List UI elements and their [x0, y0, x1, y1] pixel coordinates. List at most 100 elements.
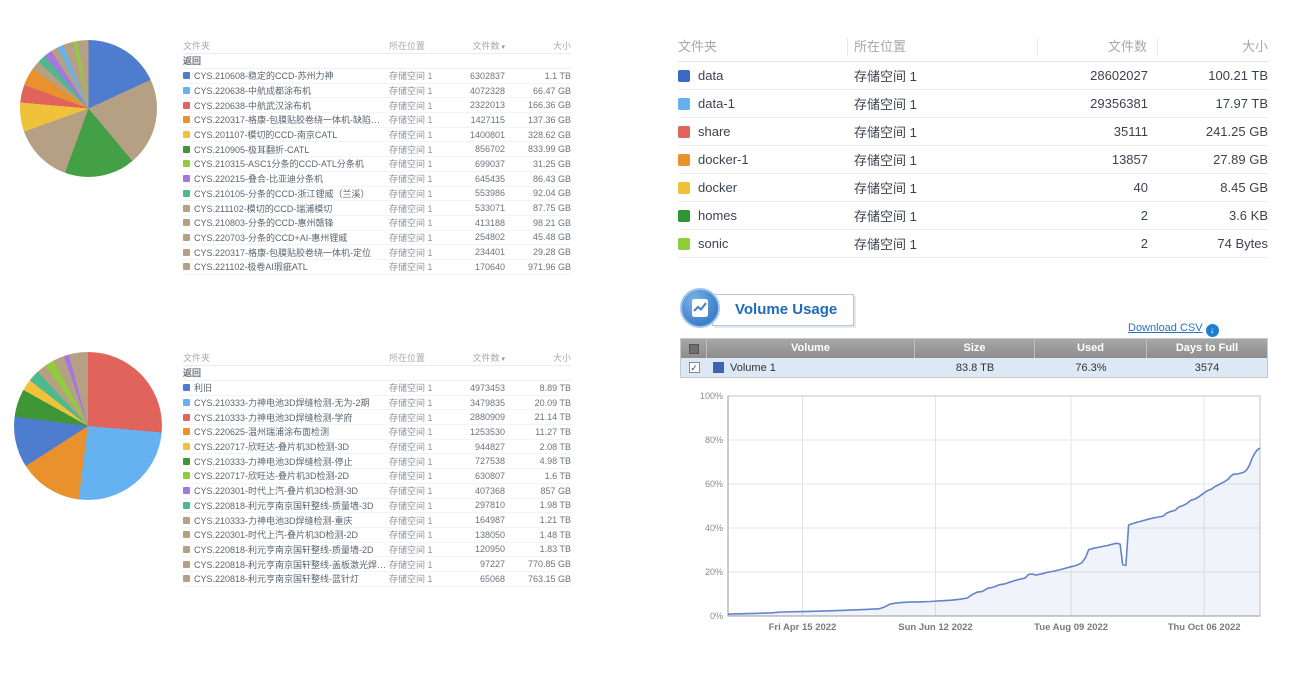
table-row[interactable]: CYS.220317-格康-包膜贴胶卷绕一体机-缺陷检测存储空间 1142711…: [183, 113, 571, 128]
folder-name[interactable]: data-1: [698, 96, 848, 111]
svg-text:Sun Jun 12 2022: Sun Jun 12 2022: [898, 622, 972, 633]
table-row[interactable]: CYS.220301-时代上汽-叠片机3D检测-2D存储空间 11380501.…: [183, 528, 571, 543]
header-file-count[interactable]: 文件数▾: [447, 39, 505, 52]
table-row[interactable]: CYS.220215-叠合-比亚迪分条机存储空间 164543586.43 GB: [183, 172, 571, 187]
table-row[interactable]: CYS.210105-分条的CCD-浙江锂威（兰溪）存储空间 155398692…: [183, 187, 571, 202]
folder-name[interactable]: share: [698, 124, 848, 139]
folder-name[interactable]: CYS.220301-时代上汽-叠片机3D检测-3D: [194, 484, 389, 497]
folder-name[interactable]: sonic: [698, 236, 848, 251]
table-row[interactable]: CYS.210608-稳定的CCD-苏州力神存储空间 163028371.1 T…: [183, 69, 571, 84]
folder-file-count: 65068: [447, 574, 505, 584]
folder-name[interactable]: CYS.210333-力神电池3D焊缝检测-停止: [194, 455, 389, 468]
folder-name[interactable]: CYS.220717-欣旺达-叠片机3D检测-3D: [194, 440, 389, 453]
table-row[interactable]: data-1存储空间 12935638117.97 TB: [678, 90, 1268, 118]
folder-name[interactable]: CYS.210905-极耳翻折-CATL: [194, 143, 389, 156]
table-row[interactable]: CYS.220301-时代上汽-叠片机3D检测-3D存储空间 140736885…: [183, 484, 571, 499]
folder-name[interactable]: CYS.210803-分条的CCD-惠州赣锋: [194, 216, 389, 229]
header-folder[interactable]: 文件夹: [678, 38, 848, 56]
folder-name[interactable]: CYS.220703-分条的CCD+AI-惠州锂威: [194, 231, 389, 244]
volume-checkbox[interactable]: ✓: [689, 362, 700, 373]
folder-name[interactable]: CYS.220818-利元亨南京国轩整线-蓝针灯: [194, 572, 389, 585]
folder-name[interactable]: CYS.220317-格康-包膜贴胶卷绕一体机-定位: [194, 246, 389, 259]
table-row[interactable]: data存储空间 128602027100.21 TB: [678, 62, 1268, 90]
header-folder[interactable]: 文件夹: [183, 39, 389, 52]
folder-name[interactable]: CYS.210333-力神电池3D焊缝检测-无为-2期: [194, 396, 389, 409]
folder-name[interactable]: docker: [698, 180, 848, 195]
header-location[interactable]: 所在位置: [389, 351, 447, 364]
folder-table-top-left: 文件夹 所在位置 文件数▾ 大小 返回 CYS.210608-稳定的CCD-苏州…: [183, 38, 571, 275]
folder-name[interactable]: CYS.220818-利元亨南京国轩整线-质量墙-2D: [194, 543, 389, 556]
table-row[interactable]: docker存储空间 1408.45 GB: [678, 174, 1268, 202]
folder-name[interactable]: CYS.220317-格康-包膜贴胶卷绕一体机-缺陷检测: [194, 113, 389, 126]
folder-name[interactable]: data: [698, 68, 848, 83]
header-volume[interactable]: Volume: [707, 339, 915, 358]
folder-name[interactable]: CYS.220638-中航武汉涂布机: [194, 99, 389, 112]
folder-size-pie-chart-bottom[interactable]: [14, 352, 162, 500]
folder-name[interactable]: CYS.220818-利元亨南京国轩整线-质量墙-3D: [194, 499, 389, 512]
back-row[interactable]: 返回: [183, 366, 571, 381]
table-row[interactable]: CYS.220818-利元亨南京国轩整线-质量墙-2D存储空间 11209501…: [183, 543, 571, 558]
header-location[interactable]: 所在位置: [389, 39, 447, 52]
folder-name[interactable]: CYS.220818-利元亨南京国轩整线-盖板激光焊接...: [194, 558, 389, 571]
folder-name[interactable]: docker-1: [698, 152, 848, 167]
back-row[interactable]: 返回: [183, 54, 571, 69]
table-row[interactable]: docker-1存储空间 11385727.89 GB: [678, 146, 1268, 174]
table-row[interactable]: CYS.210315-ASC1分条的CCD-ATL分条机存储空间 1699037…: [183, 157, 571, 172]
folder-size: 241.25 GB: [1158, 124, 1268, 139]
table-row[interactable]: CYS.210333-力神电池3D焊缝检测-学府存储空间 1288090921.…: [183, 410, 571, 425]
table-row[interactable]: 利旧存储空间 149734538.89 TB: [183, 381, 571, 396]
folder-name[interactable]: CYS.210315-ASC1分条的CCD-ATL分条机: [194, 157, 389, 170]
table-row[interactable]: CYS.220703-分条的CCD+AI-惠州锂威存储空间 125480245.…: [183, 231, 571, 246]
header-size[interactable]: 大小: [505, 351, 571, 364]
header-size[interactable]: Size: [915, 339, 1035, 358]
table-row[interactable]: CYS.210333-力神电池3D焊缝检测-无为-2期存储空间 13479835…: [183, 396, 571, 411]
folder-name[interactable]: CYS.220301-时代上汽-叠片机3D检测-2D: [194, 528, 389, 541]
header-file-count[interactable]: 文件数: [1038, 38, 1158, 56]
table-row[interactable]: CYS.220818-利元亨南京国轩整线-盖板激光焊接...存储空间 19722…: [183, 557, 571, 572]
table-row[interactable]: CYS.220638-中航成都涂布机存储空间 1407232866.47 GB: [183, 84, 571, 99]
download-csv-link[interactable]: Download CSV↓: [1128, 322, 1219, 337]
table-row[interactable]: CYS.220625-温州瑞浦涂布面检测存储空间 1125353011.27 T…: [183, 425, 571, 440]
folder-name[interactable]: CYS.210333-力神电池3D焊缝检测-学府: [194, 411, 389, 424]
table-row[interactable]: CYS.220818-利元亨南京国轩整线-蓝针灯存储空间 165068763.1…: [183, 572, 571, 587]
folder-name[interactable]: CYS.211102-模切的CCD-瑞浦模切: [194, 202, 389, 215]
header-size[interactable]: 大小: [1158, 38, 1268, 56]
folder-name[interactable]: CYS.220215-叠合-比亚迪分条机: [194, 172, 389, 185]
table-row[interactable]: CYS.220638-中航武汉涂布机存储空间 12322013166.36 GB: [183, 98, 571, 113]
folder-name[interactable]: CYS.210333-力神电池3D焊缝检测-重庆: [194, 514, 389, 527]
folder-name[interactable]: homes: [698, 208, 848, 223]
folder-name[interactable]: CYS.220638-中航成都涂布机: [194, 84, 389, 97]
header-days-to-full[interactable]: Days to Full: [1147, 339, 1267, 358]
folder-name[interactable]: 利旧: [194, 381, 389, 394]
folder-name[interactable]: CYS.220625-温州瑞浦涂布面检测: [194, 425, 389, 438]
folder-size-pie-chart-top[interactable]: [20, 40, 157, 177]
folder-name[interactable]: CYS.220717-欣旺达-叠片机3D检测-2D: [194, 469, 389, 482]
header-file-count[interactable]: 文件数▾: [447, 351, 505, 364]
folder-name[interactable]: CYS.221102-极卷AI瑕疵ATL: [194, 260, 389, 273]
table-row[interactable]: CYS.220317-格康-包膜贴胶卷绕一体机-定位存储空间 123440129…: [183, 245, 571, 260]
header-used[interactable]: Used: [1035, 339, 1147, 358]
table-row[interactable]: CYS.211102-模切的CCD-瑞浦模切存储空间 153307187.75 …: [183, 201, 571, 216]
header-location[interactable]: 所在位置: [848, 38, 1038, 56]
table-row[interactable]: CYS.210803-分条的CCD-惠州赣锋存储空间 141318898.21 …: [183, 216, 571, 231]
table-row[interactable]: CYS.220717-欣旺达-叠片机3D检测-2D存储空间 16308071.6…: [183, 469, 571, 484]
folder-color-swatch: [183, 575, 190, 582]
folder-location: 存储空间 1: [389, 558, 447, 571]
select-all-checkbox[interactable]: [681, 339, 707, 358]
folder-name[interactable]: CYS.210608-稳定的CCD-苏州力神: [194, 69, 389, 82]
table-row[interactable]: CYS.210333-力神电池3D焊缝检测-停止存储空间 17275384.98…: [183, 454, 571, 469]
table-row[interactable]: CYS.220717-欣旺达-叠片机3D检测-3D存储空间 19448272.0…: [183, 440, 571, 455]
folder-name[interactable]: CYS.201107-模切的CCD-南京CATL: [194, 128, 389, 141]
table-row[interactable]: homes存储空间 123.6 KB: [678, 202, 1268, 230]
table-row[interactable]: CYS.220818-利元亨南京国轩整线-质量墙-3D存储空间 12978101…: [183, 499, 571, 514]
table-row[interactable]: sonic存储空间 1274 Bytes: [678, 230, 1268, 258]
volume-row[interactable]: ✓ Volume 1 83.8 TB 76.3% 3574: [681, 358, 1267, 377]
header-folder[interactable]: 文件夹: [183, 351, 389, 364]
header-size[interactable]: 大小: [505, 39, 571, 52]
table-row[interactable]: share存储空间 135111241.25 GB: [678, 118, 1268, 146]
table-row[interactable]: CYS.221102-极卷AI瑕疵ATL存储空间 1170640971.96 G…: [183, 260, 571, 275]
table-row[interactable]: CYS.201107-模切的CCD-南京CATL存储空间 11400801328…: [183, 128, 571, 143]
table-row[interactable]: CYS.210333-力神电池3D焊缝检测-重庆存储空间 11649871.21…: [183, 513, 571, 528]
table-row[interactable]: CYS.210905-极耳翻折-CATL存储空间 1856702833.99 G…: [183, 142, 571, 157]
folder-name[interactable]: CYS.210105-分条的CCD-浙江锂威（兰溪）: [194, 187, 389, 200]
